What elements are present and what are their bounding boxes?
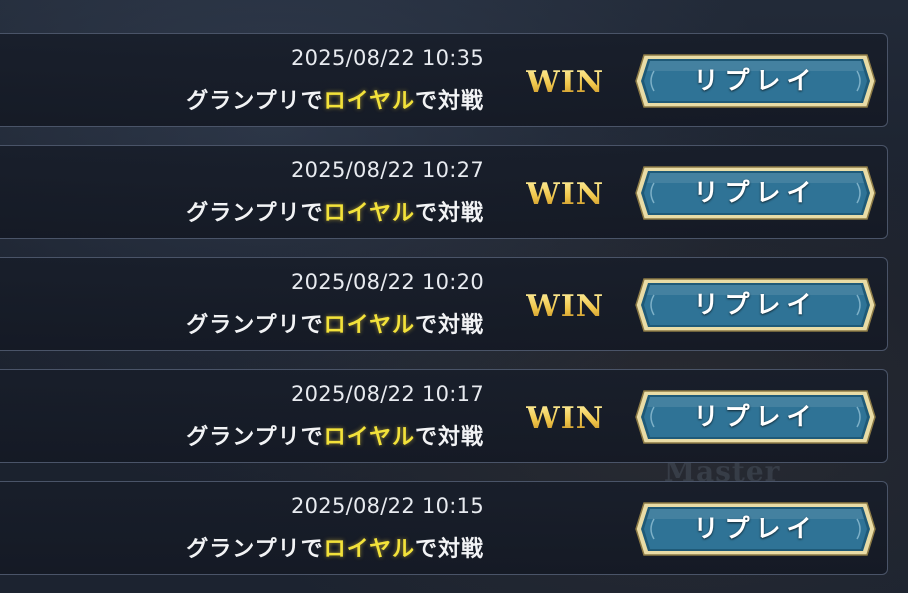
replay-button-label: リプレイ: [693, 514, 818, 543]
class-name-highlight: ロイヤル: [323, 425, 415, 450]
class-name-highlight: ロイヤル: [323, 313, 415, 338]
replay-button-label: リプレイ: [693, 290, 818, 319]
class-name-highlight: ロイヤル: [323, 201, 415, 226]
desc-suffix: で対戦: [414, 537, 484, 562]
match-description: グランプリでロイヤルで対戦: [186, 83, 484, 115]
match-datetime: 2025/08/22 10:17: [290, 382, 484, 406]
match-datetime: 2025/08/22 10:20: [290, 270, 484, 294]
history-row: 2025/08/22 10:15 グランプリでロイヤルで対戦 リプレイ: [0, 481, 888, 575]
match-description: グランプリでロイヤルで対戦: [186, 195, 484, 227]
replay-button[interactable]: リプレイ: [634, 277, 877, 333]
history-row: 2025/08/22 10:35 グランプリでロイヤルで対戦 WIN リプレイ: [0, 33, 888, 127]
replay-button[interactable]: リプレイ: [634, 389, 877, 445]
replay-button[interactable]: リプレイ: [634, 53, 877, 109]
battle-history-screen: Master 2025/08/22 10:35 グランプリでロイヤルで対戦 WI…: [0, 0, 908, 593]
desc-prefix: グランプリで: [186, 425, 324, 450]
match-datetime: 2025/08/22 10:15: [290, 494, 484, 518]
replay-button-label: リプレイ: [693, 402, 818, 431]
desc-prefix: グランプリで: [186, 537, 324, 562]
desc-suffix: で対戦: [414, 425, 484, 450]
desc-prefix: グランプリで: [186, 313, 324, 338]
class-name-highlight: ロイヤル: [323, 89, 415, 114]
win-result-label: WIN: [526, 177, 605, 212]
replay-button-label: リプレイ: [693, 66, 818, 95]
class-name-highlight: ロイヤル: [323, 537, 415, 562]
desc-prefix: グランプリで: [186, 201, 324, 226]
match-datetime: 2025/08/22 10:35: [290, 46, 484, 70]
replay-button-label: リプレイ: [693, 178, 818, 207]
desc-prefix: グランプリで: [186, 89, 324, 114]
win-result-label: WIN: [526, 65, 605, 100]
battle-history-list: 2025/08/22 10:35 グランプリでロイヤルで対戦 WIN リプレイ …: [0, 33, 888, 593]
desc-suffix: で対戦: [414, 89, 484, 114]
match-datetime: 2025/08/22 10:27: [290, 158, 484, 182]
desc-suffix: で対戦: [414, 313, 484, 338]
win-result-label: WIN: [526, 289, 605, 324]
desc-suffix: で対戦: [414, 201, 484, 226]
match-description: グランプリでロイヤルで対戦: [186, 419, 484, 451]
match-description: グランプリでロイヤルで対戦: [186, 531, 484, 563]
history-row: 2025/08/22 10:20 グランプリでロイヤルで対戦 WIN リプレイ: [0, 257, 888, 351]
history-row: 2025/08/22 10:27 グランプリでロイヤルで対戦 WIN リプレイ: [0, 145, 888, 239]
match-description: グランプリでロイヤルで対戦: [186, 307, 484, 339]
replay-button[interactable]: リプレイ: [634, 501, 877, 557]
history-row: 2025/08/22 10:17 グランプリでロイヤルで対戦 WIN リプレイ: [0, 369, 888, 463]
win-result-label: WIN: [526, 401, 605, 436]
replay-button[interactable]: リプレイ: [634, 165, 877, 221]
